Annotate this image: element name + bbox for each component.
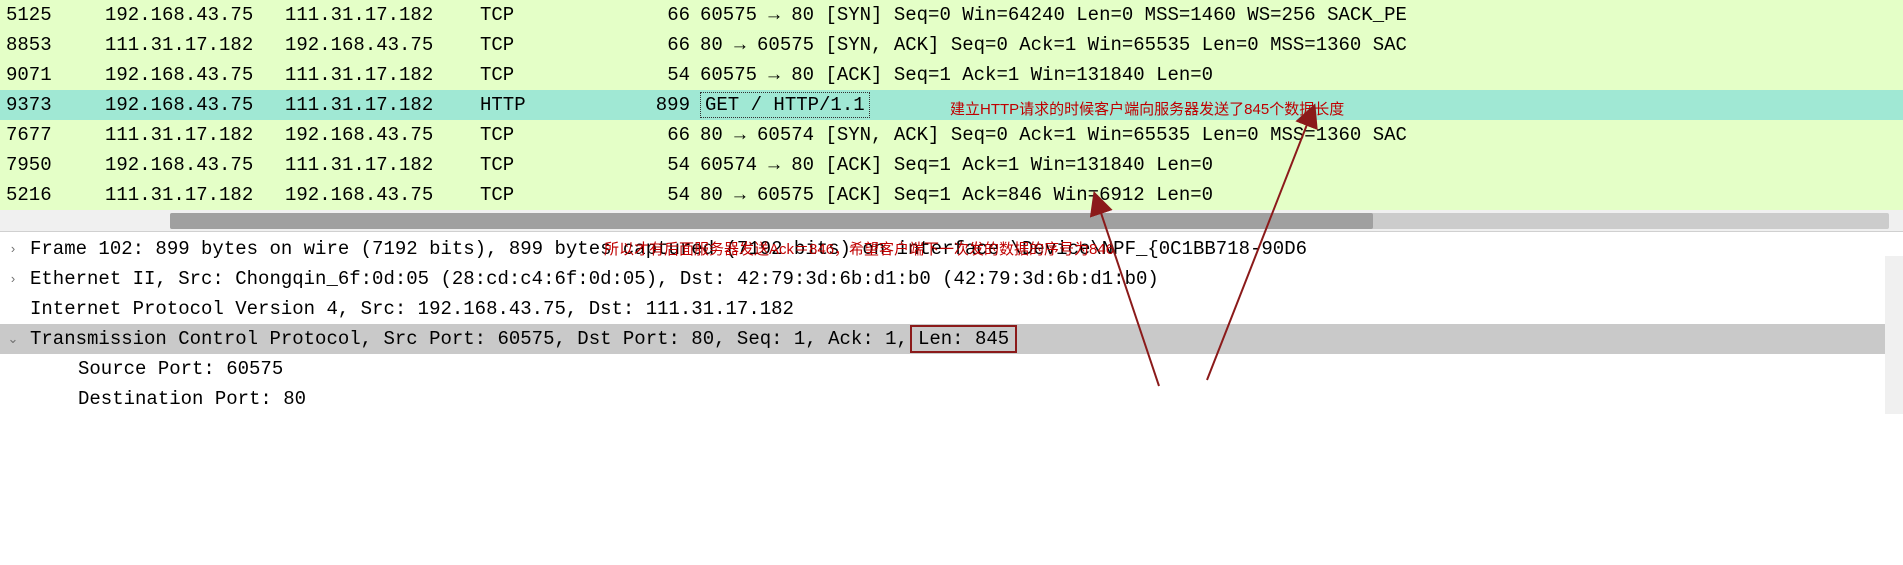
detail-srcport-text: Source Port: 60575 <box>78 354 283 384</box>
col-destination: 192.168.43.75 <box>285 30 480 60</box>
detail-dstport-text: Destination Port: 80 <box>78 384 306 414</box>
col-info: 60575 → 80 [SYN] Seq=0 Win=64240 Len=0 M… <box>700 0 1903 30</box>
col-source: 192.168.43.75 <box>105 150 285 180</box>
packet-row[interactable]: 7677111.31.17.182192.168.43.75TCP6680 → … <box>0 120 1903 150</box>
col-protocol: TCP <box>480 0 610 30</box>
col-no: 8853 <box>0 30 105 60</box>
packet-row[interactable]: 5125192.168.43.75111.31.17.182TCP6660575… <box>0 0 1903 30</box>
scrollbar-track[interactable] <box>170 213 1889 229</box>
annotation-http-len: 建立HTTP请求的时候客户端向服务器发送了845个数据长度 <box>950 95 1344 120</box>
col-protocol: TCP <box>480 60 610 90</box>
col-protocol: HTTP <box>480 90 610 120</box>
detail-srcport[interactable]: Source Port: 60575 <box>0 354 1903 384</box>
col-no: 7950 <box>0 150 105 180</box>
annotation-ack-explain: 所以才有后面服务器发送Ack＝846，希望客户端下一次发的数据的序号为846 <box>604 238 1114 259</box>
vertical-scrollbar[interactable] <box>1885 256 1903 414</box>
chevron-right-icon[interactable]: › <box>4 240 22 258</box>
packet-row[interactable]: 5216111.31.17.182192.168.43.75TCP5480 → … <box>0 180 1903 210</box>
col-destination: 111.31.17.182 <box>285 0 480 30</box>
packet-row[interactable]: 7950192.168.43.75111.31.17.182TCP5460574… <box>0 150 1903 180</box>
col-no: 9071 <box>0 60 105 90</box>
packet-row[interactable]: 8853111.31.17.182192.168.43.75TCP6680 → … <box>0 30 1903 60</box>
detail-ethernet[interactable]: › Ethernet II, Src: Chongqin_6f:0d:05 (2… <box>0 264 1903 294</box>
col-destination: 192.168.43.75 <box>285 180 480 210</box>
col-length: 54 <box>610 180 700 210</box>
horizontal-scrollbar[interactable] <box>0 210 1903 232</box>
col-protocol: TCP <box>480 150 610 180</box>
col-info: 60575 → 80 [ACK] Seq=1 Ack=1 Win=131840 … <box>700 60 1903 90</box>
scrollbar-thumb[interactable] <box>170 213 1373 229</box>
col-info: 80 → 60574 [SYN, ACK] Seq=0 Ack=1 Win=65… <box>700 120 1903 150</box>
col-length: 899 <box>610 90 700 120</box>
col-source: 111.31.17.182 <box>105 30 285 60</box>
col-destination: 111.31.17.182 <box>285 60 480 90</box>
col-source: 111.31.17.182 <box>105 120 285 150</box>
col-length: 66 <box>610 30 700 60</box>
tcp-len-highlight: Len: 845 <box>910 325 1017 353</box>
detail-tcp-text-pre: Transmission Control Protocol, Src Port:… <box>30 324 908 354</box>
col-source: 192.168.43.75 <box>105 90 285 120</box>
col-destination: 111.31.17.182 <box>285 150 480 180</box>
col-source: 192.168.43.75 <box>105 0 285 30</box>
col-length: 54 <box>610 150 700 180</box>
detail-ip[interactable]: Internet Protocol Version 4, Src: 192.16… <box>0 294 1903 324</box>
col-info: 60574 → 80 [ACK] Seq=1 Ack=1 Win=131840 … <box>700 150 1903 180</box>
col-length: 66 <box>610 120 700 150</box>
packet-row[interactable]: 9373192.168.43.75111.31.17.182HTTP899GET… <box>0 90 1903 120</box>
col-source: 192.168.43.75 <box>105 60 285 90</box>
col-info: 80 → 60575 [SYN, ACK] Seq=0 Ack=1 Win=65… <box>700 30 1903 60</box>
detail-ip-text: Internet Protocol Version 4, Src: 192.16… <box>30 294 794 324</box>
col-destination: 111.31.17.182 <box>285 90 480 120</box>
col-source: 111.31.17.182 <box>105 180 285 210</box>
chevron-right-icon[interactable]: › <box>4 270 22 288</box>
packet-list[interactable]: 5125192.168.43.75111.31.17.182TCP6660575… <box>0 0 1903 210</box>
col-no: 7677 <box>0 120 105 150</box>
packet-row[interactable]: 9071192.168.43.75111.31.17.182TCP5460575… <box>0 60 1903 90</box>
chevron-down-icon[interactable]: ⌄ <box>4 330 22 348</box>
col-info: 80 → 60575 [ACK] Seq=1 Ack=846 Win=6912 … <box>700 180 1903 210</box>
col-info: GET / HTTP/1.1 建立HTTP请求的时候客户端向服务器发送了845个… <box>700 90 1903 120</box>
col-protocol: TCP <box>480 180 610 210</box>
col-protocol: TCP <box>480 30 610 60</box>
col-no: 5216 <box>0 180 105 210</box>
col-no: 9373 <box>0 90 105 120</box>
detail-dstport[interactable]: Destination Port: 80 <box>0 384 1903 414</box>
col-length: 66 <box>610 0 700 30</box>
col-protocol: TCP <box>480 120 610 150</box>
detail-tcp[interactable]: ⌄ Transmission Control Protocol, Src Por… <box>0 324 1903 354</box>
detail-eth-text: Ethernet II, Src: Chongqin_6f:0d:05 (28:… <box>30 264 1159 294</box>
packet-details-pane[interactable]: 所以才有后面服务器发送Ack＝846，希望客户端下一次发的数据的序号为846 ›… <box>0 232 1903 414</box>
col-destination: 192.168.43.75 <box>285 120 480 150</box>
http-request-highlight: GET / HTTP/1.1 <box>700 92 870 118</box>
col-no: 5125 <box>0 0 105 30</box>
col-length: 54 <box>610 60 700 90</box>
